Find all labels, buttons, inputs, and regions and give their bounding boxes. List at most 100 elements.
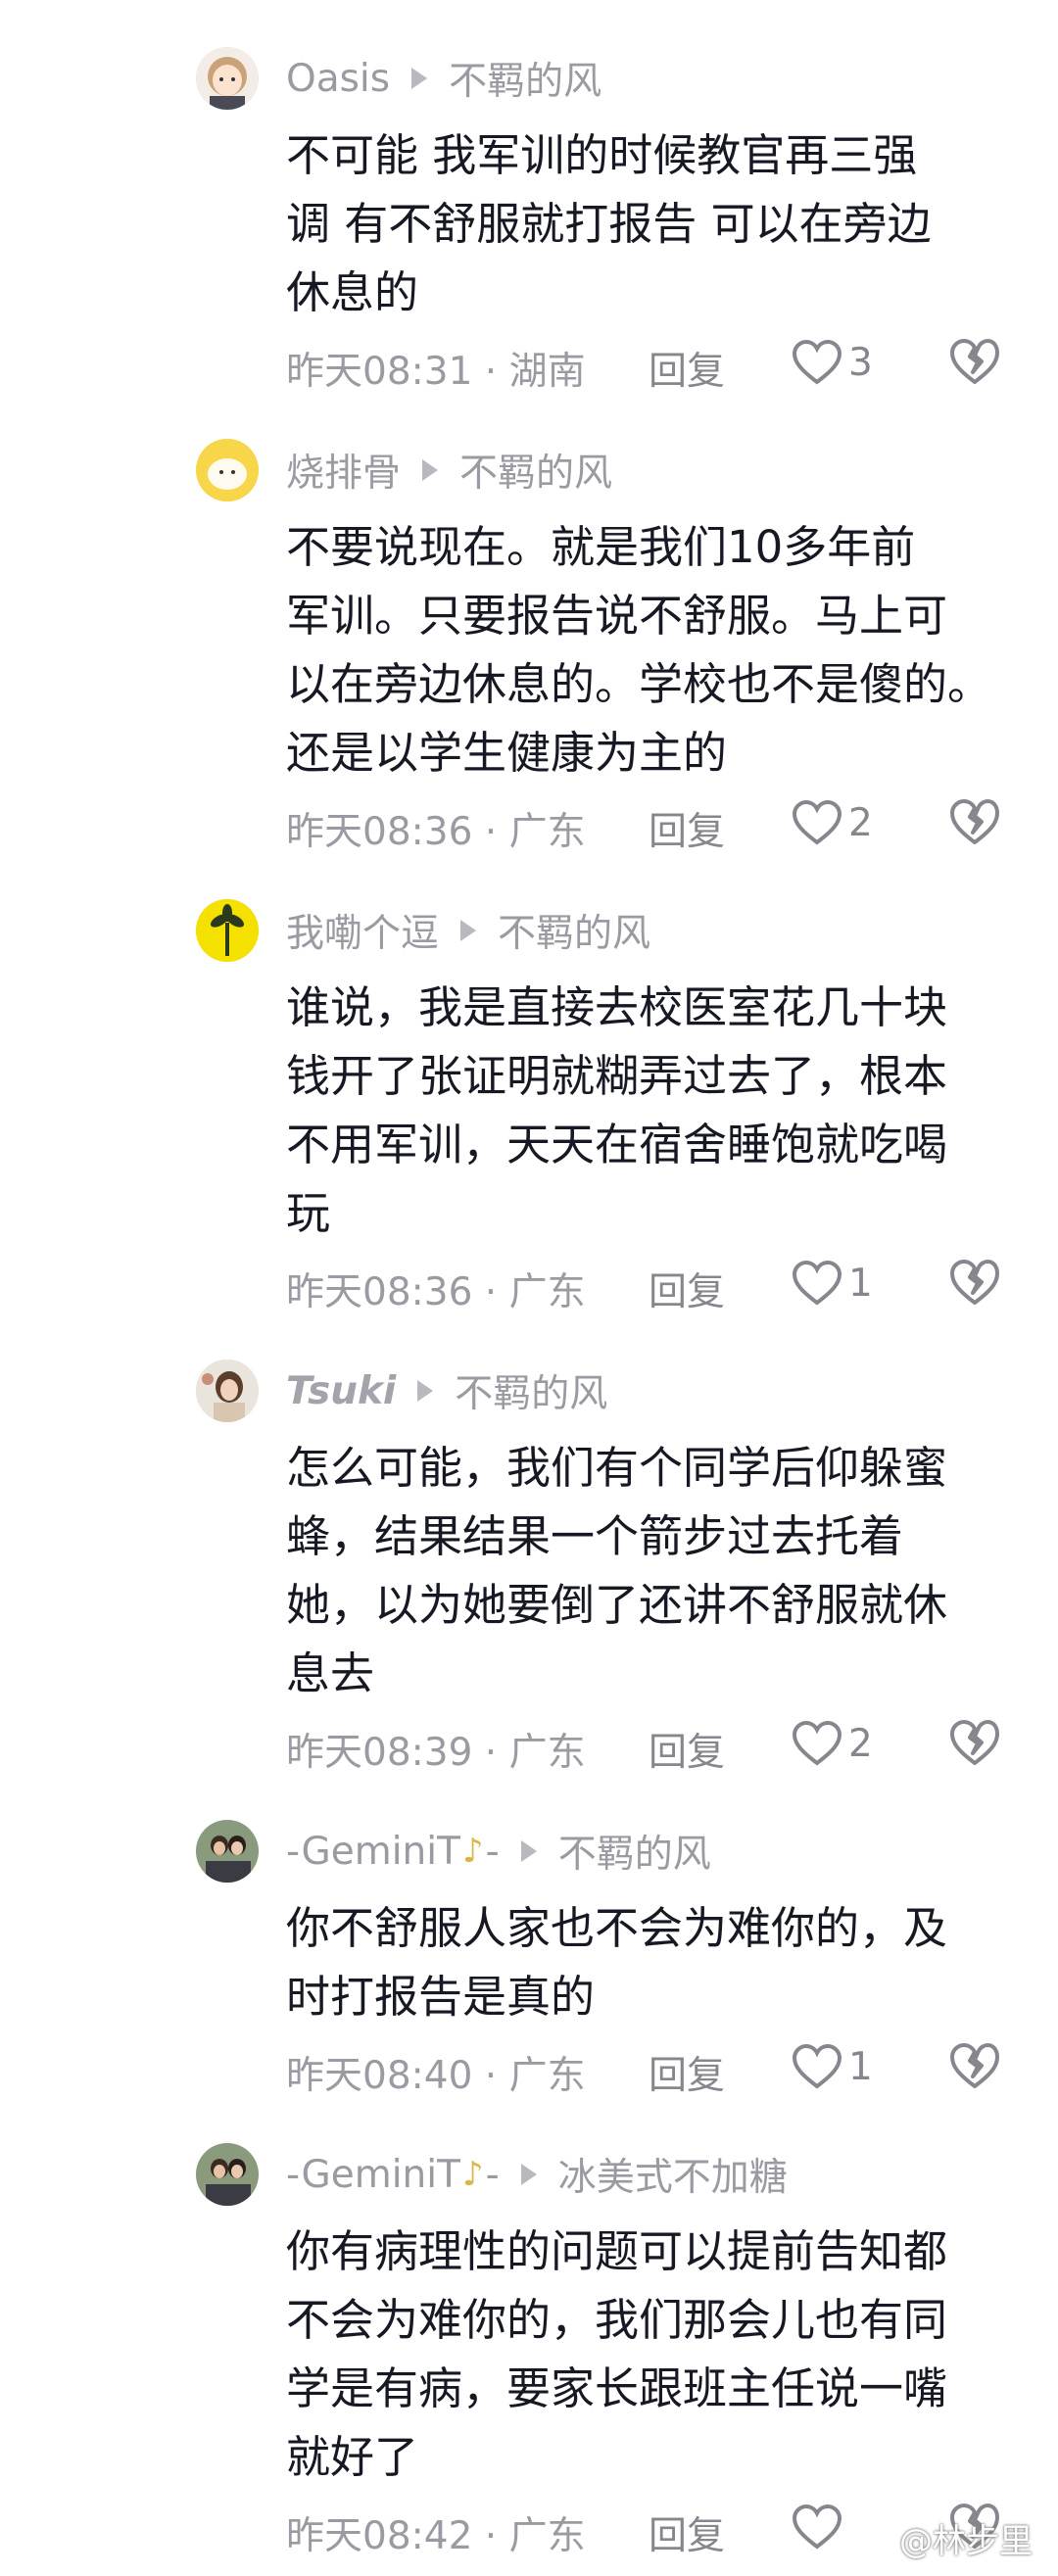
- weibo-watermark: @林步里: [854, 2514, 1033, 2562]
- dislike-button[interactable]: [948, 1716, 1001, 1769]
- cartoon-girl-avatar-icon: [196, 47, 259, 110]
- username-suffix: -: [485, 1829, 500, 1874]
- broken-heart-icon: [950, 1260, 999, 1305]
- comment-meta: -GeminiT ♪ - 冰美式不加糖: [286, 2145, 788, 2204]
- dislike-button[interactable]: [948, 2039, 1001, 2092]
- comment-text: 怎么可能，我们有个同学后仰躲蜜 蜂，结果结果一个箭步过去托着 她，以为她要倒了还…: [286, 1434, 1031, 1708]
- comment-meta: 烧排骨 不羁的风: [286, 441, 612, 500]
- reply-button[interactable]: 回复: [649, 2045, 725, 2100]
- comment-line: 你有病理性的问题可以提前告知都: [286, 2225, 948, 2277]
- reply-arrow-icon: [417, 1380, 434, 1402]
- comment-text: 你有病理性的问题可以提前告知都 不会为难你的，我们那会儿也有同 学是有病，要家长…: [286, 2218, 1031, 2492]
- comment-line: 调 有不舒服就打报告 可以在旁边: [286, 198, 932, 250]
- broken-heart-icon: [950, 1720, 999, 1765]
- yellow-bun-avatar-icon: [196, 439, 259, 501]
- comment-line: 你不舒服人家也不会为难你的，及: [286, 1902, 948, 1954]
- heart-icon: [792, 799, 842, 845]
- comment-line: 休息的: [286, 266, 419, 318]
- like-button[interactable]: 3: [792, 333, 873, 392]
- weibo-icon: [855, 2525, 893, 2553]
- username-suffix: -: [485, 2152, 500, 2197]
- heart-icon: [792, 1260, 842, 1306]
- reply-arrow-icon: [422, 459, 439, 481]
- comment-line: 学是有病，要家长跟班主任说一嘴: [286, 2362, 948, 2414]
- timestamp-location: 昨天08:36 · 广东: [286, 810, 586, 854]
- comment-footer: 昨天08:31 · 湖南 回复 3: [286, 333, 1031, 394]
- reply-to-username[interactable]: 不羁的风: [498, 903, 650, 958]
- saxophone-icon: ♪: [461, 1832, 484, 1871]
- comment-line: 玩: [286, 1187, 331, 1239]
- like-count: 2: [848, 800, 873, 845]
- timestamp-location: 昨天08:40 · 广东: [286, 2054, 586, 2098]
- timestamp-location: 昨天08:31 · 湖南: [286, 350, 586, 394]
- like-count: 3: [848, 340, 873, 385]
- heart-icon: [792, 2043, 842, 2089]
- like-button[interactable]: 1: [792, 2037, 873, 2096]
- like-count: 1: [848, 1261, 873, 1306]
- like-button[interactable]: [792, 2498, 848, 2556]
- comment-meta: 我嘞个逗 不羁的风: [286, 901, 650, 960]
- reply-button[interactable]: 回复: [649, 341, 725, 396]
- comment-line: 不会为难你的，我们那会儿也有同: [286, 2294, 948, 2346]
- comment-line: 时打报告是真的: [286, 1971, 596, 2023]
- comment-line: 不要说现在。就是我们10多年前: [286, 521, 916, 573]
- reply-to-username[interactable]: 不羁的风: [455, 1363, 607, 1418]
- like-count: 1: [848, 2044, 873, 2089]
- dislike-button[interactable]: [948, 335, 1001, 388]
- user-avatar[interactable]: [196, 1360, 259, 1422]
- username[interactable]: 我嘞个逗: [286, 903, 439, 958]
- timestamp-location: 昨天08:42 · 广东: [286, 2514, 586, 2558]
- comment-meta: Oasis 不羁的风: [286, 49, 601, 108]
- comment-line: 蜂，结果结果一个箭步过去托着: [286, 1510, 904, 1562]
- comment-line: 就好了: [286, 2431, 419, 2483]
- comment-meta: -GeminiT ♪ - 不羁的风: [286, 1822, 711, 1881]
- reply-to-username[interactable]: 不羁的风: [558, 1824, 711, 1879]
- comment-line: 不用军训，天天在宿舍睡饱就吃喝: [286, 1119, 948, 1170]
- reply-to-username[interactable]: 冰美式不加糖: [558, 2147, 788, 2202]
- reply-button[interactable]: 回复: [649, 801, 725, 856]
- timestamp-location: 昨天08:36 · 广东: [286, 1270, 586, 1314]
- reply-arrow-icon: [520, 1840, 537, 1862]
- user-avatar[interactable]: [196, 47, 259, 110]
- like-button[interactable]: 2: [792, 793, 873, 852]
- comment-line: 军训。只要报告说不舒服。马上可: [286, 590, 948, 642]
- username[interactable]: -GeminiT: [286, 2153, 460, 2197]
- user-avatar[interactable]: [196, 899, 259, 962]
- saxophone-icon: ♪: [461, 2155, 484, 2194]
- comment-footer: 昨天08:36 · 广东 回复 2: [286, 793, 1031, 854]
- reply-to-username[interactable]: 不羁的风: [459, 443, 612, 498]
- username[interactable]: Tsuki: [286, 1369, 396, 1413]
- user-avatar[interactable]: [196, 439, 259, 501]
- reply-button[interactable]: 回复: [649, 1722, 725, 1777]
- reply-arrow-icon: [460, 920, 477, 941]
- watermark-text: @林步里: [899, 2522, 1033, 2561]
- user-avatar[interactable]: [196, 1820, 259, 1883]
- username[interactable]: 烧排骨: [286, 443, 401, 498]
- username[interactable]: -GeminiT: [286, 1830, 460, 1874]
- couple-photo-avatar-icon: [196, 1820, 259, 1883]
- comment-meta: Tsuki 不羁的风: [286, 1361, 607, 1420]
- dislike-button[interactable]: [948, 1256, 1001, 1309]
- comment-line: 钱开了张证明就糊弄过去了，根本: [286, 1050, 948, 1102]
- like-button[interactable]: 1: [792, 1254, 873, 1312]
- reply-arrow-icon: [520, 2164, 537, 2185]
- couple-photo-avatar-icon: [196, 2143, 259, 2206]
- like-button[interactable]: 2: [792, 1714, 873, 1773]
- reply-to-username[interactable]: 不羁的风: [449, 51, 601, 106]
- comment-line: 怎么可能，我们有个同学后仰躲蜜: [286, 1442, 948, 1494]
- dislike-button[interactable]: [948, 795, 1001, 848]
- username[interactable]: Oasis: [286, 57, 390, 101]
- comment-text: 不可能 我军训的时候教官再三强 调 有不舒服就打报告 可以在旁边 休息的: [286, 121, 1031, 327]
- reply-button[interactable]: 回复: [649, 1262, 725, 1316]
- yellow-plant-avatar-icon: [196, 899, 259, 962]
- comment-line: 不可能 我军训的时候教官再三强: [286, 129, 918, 181]
- reply-button[interactable]: 回复: [649, 2505, 725, 2560]
- user-avatar[interactable]: [196, 2143, 259, 2206]
- broken-heart-icon: [950, 799, 999, 844]
- comment-footer: 昨天08:36 · 广东 回复 1: [286, 1254, 1031, 1314]
- timestamp-location: 昨天08:39 · 广东: [286, 1731, 586, 1775]
- comment-text: 你不舒服人家也不会为难你的，及 时打报告是真的: [286, 1894, 1031, 2031]
- broken-heart-icon: [950, 2043, 999, 2088]
- heart-icon: [792, 2504, 842, 2550]
- comment-line: 还是以学生健康为主的: [286, 727, 728, 779]
